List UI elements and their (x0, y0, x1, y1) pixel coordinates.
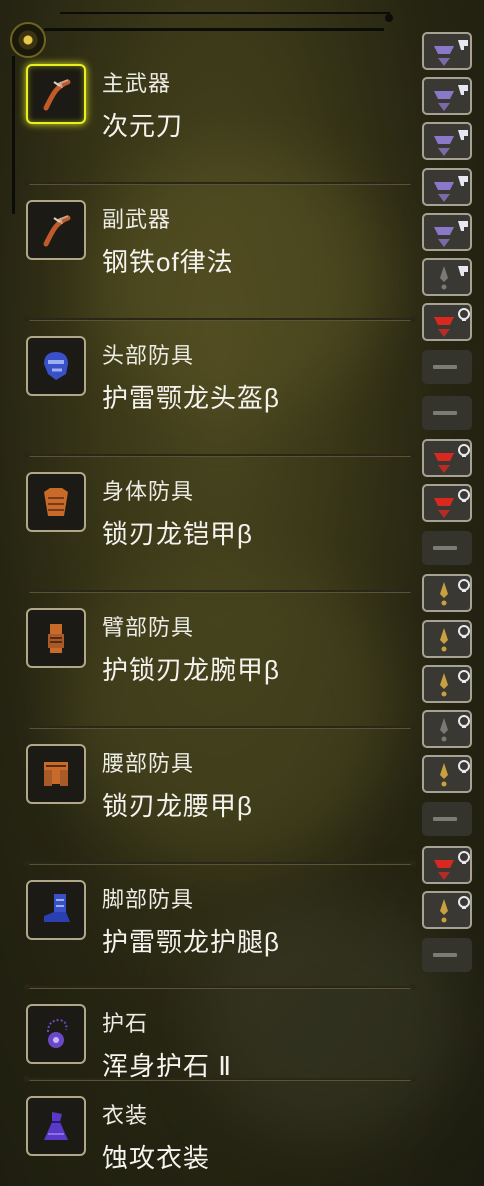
weapon-decoration-icon[interactable] (422, 167, 472, 206)
charm-icon (26, 1004, 86, 1064)
slot-category: 副武器 (102, 207, 172, 232)
slot-item-name: 锁刃龙铠甲β (102, 519, 253, 549)
slot-separator (24, 588, 416, 594)
armor-decoration-icon[interactable] (422, 438, 472, 477)
slot-separator (24, 860, 416, 866)
helmet-icon (26, 336, 86, 396)
armor-decoration-icon[interactable] (422, 574, 472, 613)
slot-item-name: 护雷颚龙护腿β (102, 927, 280, 957)
slot-category: 臂部防具 (102, 615, 195, 640)
frame-line (12, 56, 15, 214)
armor-decoration-icon[interactable] (422, 710, 472, 748)
weapon-decoration-icon[interactable] (422, 258, 472, 296)
frame-line (44, 28, 384, 31)
slot-item-name: 锁刃龙腰甲β (102, 791, 253, 821)
slot-category: 护石 (102, 1011, 149, 1036)
slot-item-name: 次元刀 (102, 111, 184, 141)
empty-decoration-slot[interactable] (422, 350, 472, 385)
empty-decoration-slot[interactable] (422, 938, 472, 972)
armor-decoration-icon[interactable] (422, 845, 472, 884)
long-sword-icon (26, 200, 86, 260)
slot-item-name: 蚀攻衣装 (102, 1143, 211, 1173)
slot-separator (24, 1076, 416, 1082)
weapon-decoration-icon[interactable] (422, 212, 472, 251)
corner-ornament-icon (10, 22, 46, 58)
long-sword-icon (26, 64, 86, 124)
weapon-decoration-icon[interactable] (422, 77, 472, 116)
weapon-decoration-icon[interactable] (422, 122, 472, 161)
armor-decoration-icon[interactable] (422, 303, 472, 342)
frame-line (60, 12, 390, 14)
armor-decoration-icon[interactable] (422, 755, 472, 794)
slot-category: 脚部防具 (102, 887, 195, 912)
armor-decoration-icon[interactable] (422, 484, 472, 522)
empty-decoration-slot[interactable] (422, 531, 472, 566)
slot-separator (24, 180, 416, 186)
slot-item-name: 钢铁of律法 (102, 247, 234, 277)
background-glow (90, 150, 390, 410)
chest-armor-icon (26, 472, 86, 532)
armor-decoration-icon[interactable] (422, 890, 472, 929)
slot-separator (24, 984, 416, 990)
armor-decoration-icon[interactable] (422, 664, 472, 703)
slot-separator (24, 724, 416, 730)
slot-category: 身体防具 (102, 479, 195, 504)
armor-decoration-icon[interactable] (422, 619, 472, 658)
frame-line (385, 14, 393, 22)
slot-separator (24, 316, 416, 322)
layered-armor-icon (26, 1096, 86, 1156)
leg-armor-icon (26, 880, 86, 940)
slot-item-name: 护锁刃龙腕甲β (102, 655, 280, 685)
slot-category: 主武器 (102, 71, 172, 96)
slot-category: 腰部防具 (102, 751, 195, 776)
waist-armor-icon (26, 744, 86, 804)
slot-item-name: 护雷颚龙头盔β (102, 383, 280, 413)
gauntlet-icon (26, 608, 86, 668)
slot-category: 头部防具 (102, 343, 195, 368)
weapon-decoration-icon[interactable] (422, 32, 472, 70)
slot-category: 衣装 (102, 1103, 149, 1128)
slot-separator (24, 452, 416, 458)
empty-decoration-slot[interactable] (422, 395, 472, 430)
empty-decoration-slot[interactable] (422, 802, 472, 837)
